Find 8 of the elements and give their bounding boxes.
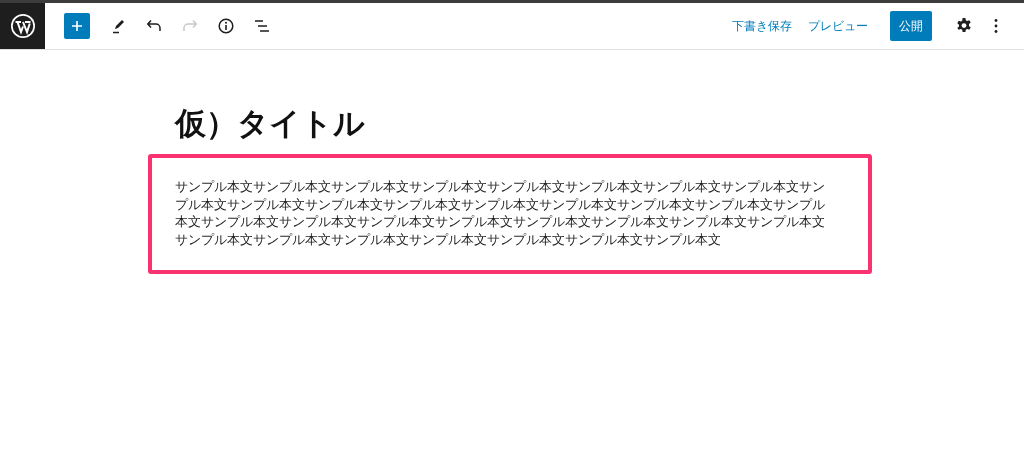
- add-block-button[interactable]: [64, 13, 90, 39]
- preview-link[interactable]: プレビュー: [802, 13, 874, 39]
- paragraph[interactable]: サンプル本文サンプル本文サンプル本文サンプル本文サンプル本文サンプル本文サンプル本文サンプル本文サンプル本文サンプル本文サンプル本文サンプル本文サンプル本文サンプル本文サンプル本文サンプル本文サンプル本文サンプル本文サンプル本文サンプル本文サンプル本文サンプル本文サンプル本文サンプル本文サンプル本文サンプル本文サンプル本文サンプル本文サンプル本文サンプル本文サンプル本文サンプル本文: [175, 178, 836, 249]
- save-draft-link[interactable]: 下書き保存: [726, 13, 798, 39]
- post-title[interactable]: 仮）タイトル: [0, 50, 1024, 143]
- logo-icon[interactable]: [9, 13, 36, 39]
- plus-icon: [71, 20, 83, 32]
- publish-button[interactable]: 公開: [890, 11, 932, 41]
